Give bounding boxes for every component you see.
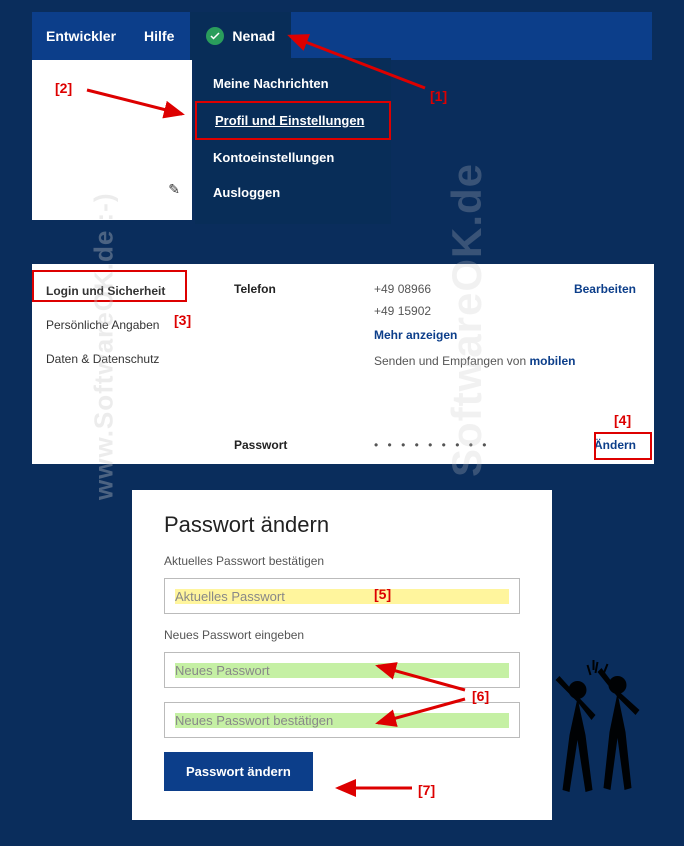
password-masked: • • • • • • • • • — [374, 438, 594, 452]
menu-profile-settings[interactable]: Profil und Einstellungen — [195, 101, 391, 140]
arrow-6b — [370, 695, 470, 730]
pencil-icon[interactable]: ✎ — [168, 181, 180, 198]
nav-help[interactable]: Hilfe — [130, 28, 188, 44]
phone-label: Telefon — [234, 282, 374, 368]
settings-body: Bearbeiten Telefon +49 08966 +49 15902 M… — [210, 264, 654, 464]
mobile-link[interactable]: mobilen — [529, 354, 575, 368]
show-more-link[interactable]: Mehr anzeigen — [374, 328, 634, 342]
user-name: Nenad — [232, 28, 275, 44]
menu-logout[interactable]: Ausloggen — [195, 175, 391, 210]
current-pw-label: Aktuelles Passwort bestätigen — [164, 554, 520, 568]
annotation-4: [4] — [614, 412, 631, 428]
dancing-figures-icon — [545, 660, 650, 810]
user-dropdown-trigger[interactable]: Nenad — [190, 12, 291, 60]
current-password-input[interactable] — [164, 578, 520, 614]
annotation-6: [6] — [472, 688, 489, 704]
password-label: Passwort — [234, 438, 374, 452]
form-title: Passwort ändern — [164, 512, 520, 538]
arrow-6a — [370, 660, 470, 695]
redbox-aendern — [594, 432, 652, 460]
annotation-2: [2] — [55, 80, 72, 96]
edit-phone-link[interactable]: Bearbeiten — [574, 282, 636, 296]
annotation-3: [3] — [174, 312, 191, 328]
annotation-1: [1] — [430, 88, 447, 104]
new-pw-label: Neues Passwort eingeben — [164, 628, 520, 642]
nav-developer[interactable]: Entwickler — [32, 28, 130, 44]
annotation-7: [7] — [418, 782, 435, 798]
avatar-icon — [206, 27, 224, 45]
arrow-2 — [82, 82, 192, 122]
menu-account-settings[interactable]: Kontoeinstellungen — [195, 140, 391, 175]
arrow-7 — [332, 778, 417, 798]
annotation-5: [5] — [374, 586, 391, 602]
arrow-1 — [280, 28, 430, 98]
sidebar-privacy[interactable]: Daten & Datenschutz — [32, 342, 210, 376]
send-receive-text: Senden und Empfangen von — [374, 354, 529, 368]
phone-value-2: +49 15902 — [374, 304, 634, 318]
password-change-form: Passwort ändern Aktuelles Passwort bestä… — [132, 490, 552, 820]
redbox-login — [32, 270, 187, 302]
submit-password-button[interactable]: Passwort ändern — [164, 752, 313, 791]
